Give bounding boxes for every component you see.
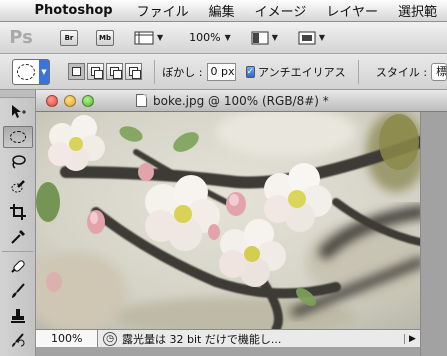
chevron-down-icon: ▼ xyxy=(271,33,278,42)
add-to-selection-button[interactable] xyxy=(87,63,104,80)
chevron-down-icon: ▼ xyxy=(157,33,164,42)
document-title-text: boke.jpg @ 100% (RGB/8#) * xyxy=(153,93,329,108)
status-message: 露光量は 32 bit だけで機能し... xyxy=(122,332,282,346)
antialias-label: アンチエイリアス xyxy=(258,65,346,79)
style-label: スタイル : xyxy=(375,65,428,79)
arrange-documents-dropdown[interactable]: ▼ xyxy=(251,30,278,46)
menu-app-name[interactable]: Photoshop xyxy=(30,3,126,18)
close-window-button[interactable] xyxy=(46,94,58,107)
spot-healing-brush-tool-icon[interactable] xyxy=(3,255,33,277)
feather-label: ぼかし : xyxy=(162,65,203,79)
menu-edit[interactable]: 編集 xyxy=(199,1,245,20)
screen-mode-dropdown[interactable]: ▼ xyxy=(298,30,325,46)
screen-mode-icon xyxy=(298,31,316,44)
menu-image[interactable]: イメージ xyxy=(245,1,317,20)
view-extras-icon xyxy=(134,31,154,44)
style-select[interactable]: 標準 xyxy=(431,62,447,81)
application-bar: Ps Br Mb ▼ 100% ▼ ▼ ▼ xyxy=(0,22,447,54)
chevron-down-icon: ▼ xyxy=(318,33,326,42)
eyedropper-tool-icon[interactable] xyxy=(3,226,33,248)
panel-grip[interactable] xyxy=(0,90,35,98)
view-extras-dropdown[interactable]: ▼ xyxy=(134,30,163,46)
vertical-scrollbar[interactable] xyxy=(420,112,447,356)
zoom-level-select[interactable]: 100% xyxy=(189,31,220,44)
minimize-window-button[interactable] xyxy=(64,94,76,107)
document-status-bar: 100% ◷ 露光量は 32 bit だけで機能し... ▶ xyxy=(36,329,420,348)
zoom-window-button[interactable] xyxy=(82,94,94,107)
status-info-icon[interactable]: ◷ xyxy=(103,331,117,346)
lasso-tool-icon[interactable] xyxy=(3,151,33,173)
antialias-checkbox[interactable]: ✓ xyxy=(245,65,256,78)
menu-bar: Photoshop ファイル 編集 イメージ レイヤー 選択範 xyxy=(0,0,447,22)
quick-selection-tool-icon[interactable] xyxy=(3,176,33,198)
document-title: boke.jpg @ 100% (RGB/8#) * xyxy=(136,94,329,108)
history-brush-tool-icon[interactable] xyxy=(3,330,33,352)
divider xyxy=(2,251,33,252)
brush-tool-icon[interactable] xyxy=(3,280,33,302)
blossom-photo xyxy=(36,112,420,329)
chevron-down-icon[interactable]: ▼ xyxy=(225,33,231,42)
feather-input[interactable]: 0 px xyxy=(206,62,236,81)
arrange-documents-icon xyxy=(251,31,269,44)
launch-mini-bridge-button[interactable]: Mb xyxy=(96,29,114,46)
move-tool-icon[interactable] xyxy=(3,101,33,123)
intersect-selection-button[interactable] xyxy=(125,63,142,80)
tools-panel xyxy=(0,90,36,356)
menu-file[interactable]: ファイル xyxy=(127,1,199,20)
crop-tool-icon[interactable] xyxy=(3,201,33,223)
zoom-field[interactable]: 100% xyxy=(36,329,98,348)
tool-preset-picker[interactable]: ▼ xyxy=(12,58,50,85)
new-selection-button[interactable] xyxy=(68,63,85,80)
menu-layer[interactable]: レイヤー xyxy=(316,1,388,20)
image-canvas[interactable] xyxy=(36,112,420,329)
document-icon xyxy=(136,94,147,107)
selection-mode-group xyxy=(68,63,142,80)
photoshop-logo: Ps xyxy=(9,27,33,48)
elliptical-marquee-tool-icon[interactable] xyxy=(3,126,33,148)
status-menu-arrow-icon[interactable]: ▶ xyxy=(404,333,420,344)
subtract-from-selection-button[interactable] xyxy=(106,63,123,80)
horizontal-scrollbar[interactable] xyxy=(36,347,420,356)
launch-bridge-button[interactable]: Br xyxy=(60,29,78,46)
menu-select[interactable]: 選択範 xyxy=(388,1,447,20)
options-bar: ▼ ぼかし : 0 px ✓ アンチエイリアス スタイル : 標準 xyxy=(0,54,447,90)
chevron-down-icon[interactable]: ▼ xyxy=(39,59,49,84)
document-title-bar[interactable]: boke.jpg @ 100% (RGB/8#) * xyxy=(36,90,447,112)
window-controls xyxy=(46,94,94,107)
elliptical-marquee-icon xyxy=(17,63,35,80)
clone-stamp-tool-icon[interactable] xyxy=(3,305,33,327)
document-window: boke.jpg @ 100% (RGB/8#) * 100% ◷ 露光量は 3… xyxy=(36,90,447,356)
